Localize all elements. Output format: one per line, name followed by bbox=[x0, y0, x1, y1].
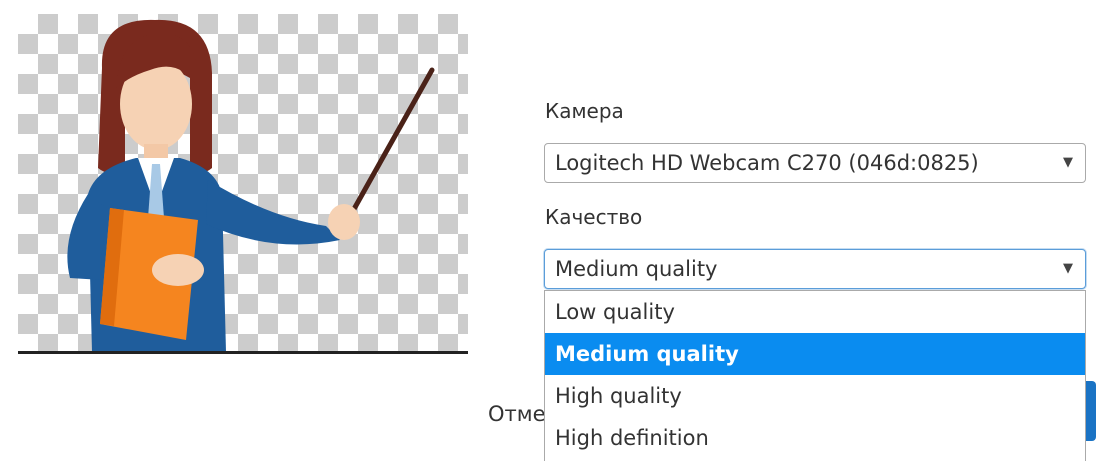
chevron-down-icon: ▼ bbox=[1063, 155, 1073, 170]
chevron-down-icon: ▼ bbox=[1063, 261, 1073, 276]
quality-select[interactable]: Medium quality ▼ bbox=[544, 249, 1086, 289]
camera-select[interactable]: Logitech HD Webcam C270 (046d:0825) ▼ bbox=[544, 143, 1086, 183]
camera-select-value: Logitech HD Webcam C270 (046d:0825) bbox=[555, 151, 979, 175]
quality-select-value: Medium quality bbox=[555, 257, 718, 281]
quality-option-high[interactable]: High quality bbox=[545, 375, 1085, 417]
quality-option-hd[interactable]: High definition bbox=[545, 417, 1085, 459]
quality-dropdown-list: Low quality Medium quality High quality … bbox=[544, 290, 1086, 461]
ok-button[interactable] bbox=[1086, 381, 1096, 441]
cancel-button[interactable]: Отмена bbox=[488, 398, 544, 430]
quality-option-low[interactable]: Low quality bbox=[545, 291, 1085, 333]
preview-baseline bbox=[18, 351, 468, 354]
quality-label: Качество bbox=[545, 205, 643, 229]
quality-option-medium[interactable]: Medium quality bbox=[545, 333, 1085, 375]
camera-label: Камера bbox=[545, 99, 624, 123]
teacher-illustration bbox=[67, 19, 435, 352]
